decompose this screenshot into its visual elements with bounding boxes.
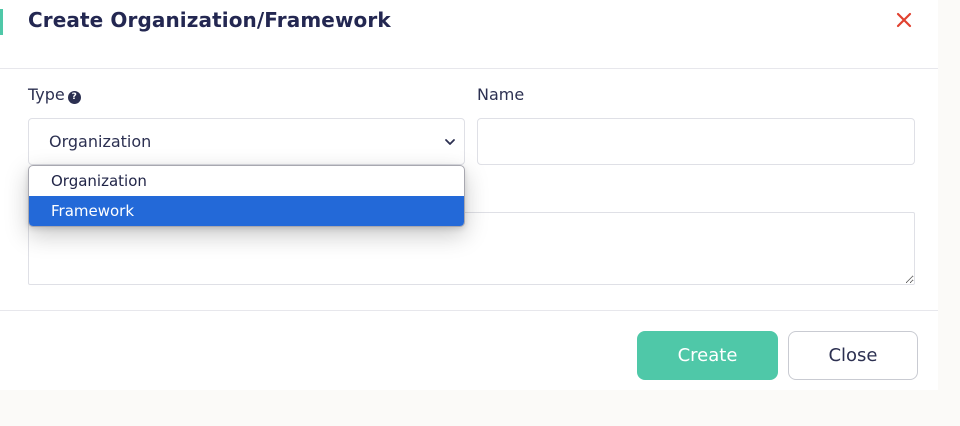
title-accent-bar xyxy=(0,9,3,35)
chevron-down-icon xyxy=(445,139,455,145)
header-divider xyxy=(0,68,938,69)
type-dropdown-list: Organization Framework xyxy=(28,165,465,227)
type-label: Type? xyxy=(28,85,81,104)
modal-title: Create Organization/Framework xyxy=(28,8,391,32)
name-label: Name xyxy=(477,85,525,104)
type-select-value: Organization xyxy=(49,132,152,151)
type-option-framework[interactable]: Framework xyxy=(29,196,464,226)
footer-divider xyxy=(0,310,938,311)
name-input[interactable] xyxy=(477,118,915,165)
type-select[interactable]: Organization xyxy=(28,118,465,165)
close-x-icon[interactable] xyxy=(890,6,918,34)
create-button[interactable]: Create xyxy=(637,331,778,380)
close-button[interactable]: Close xyxy=(788,331,918,380)
question-circle-icon[interactable]: ? xyxy=(67,90,81,104)
type-option-organization[interactable]: Organization xyxy=(29,166,464,196)
create-org-framework-modal: Create Organization/Framework Type? Name… xyxy=(0,0,938,390)
